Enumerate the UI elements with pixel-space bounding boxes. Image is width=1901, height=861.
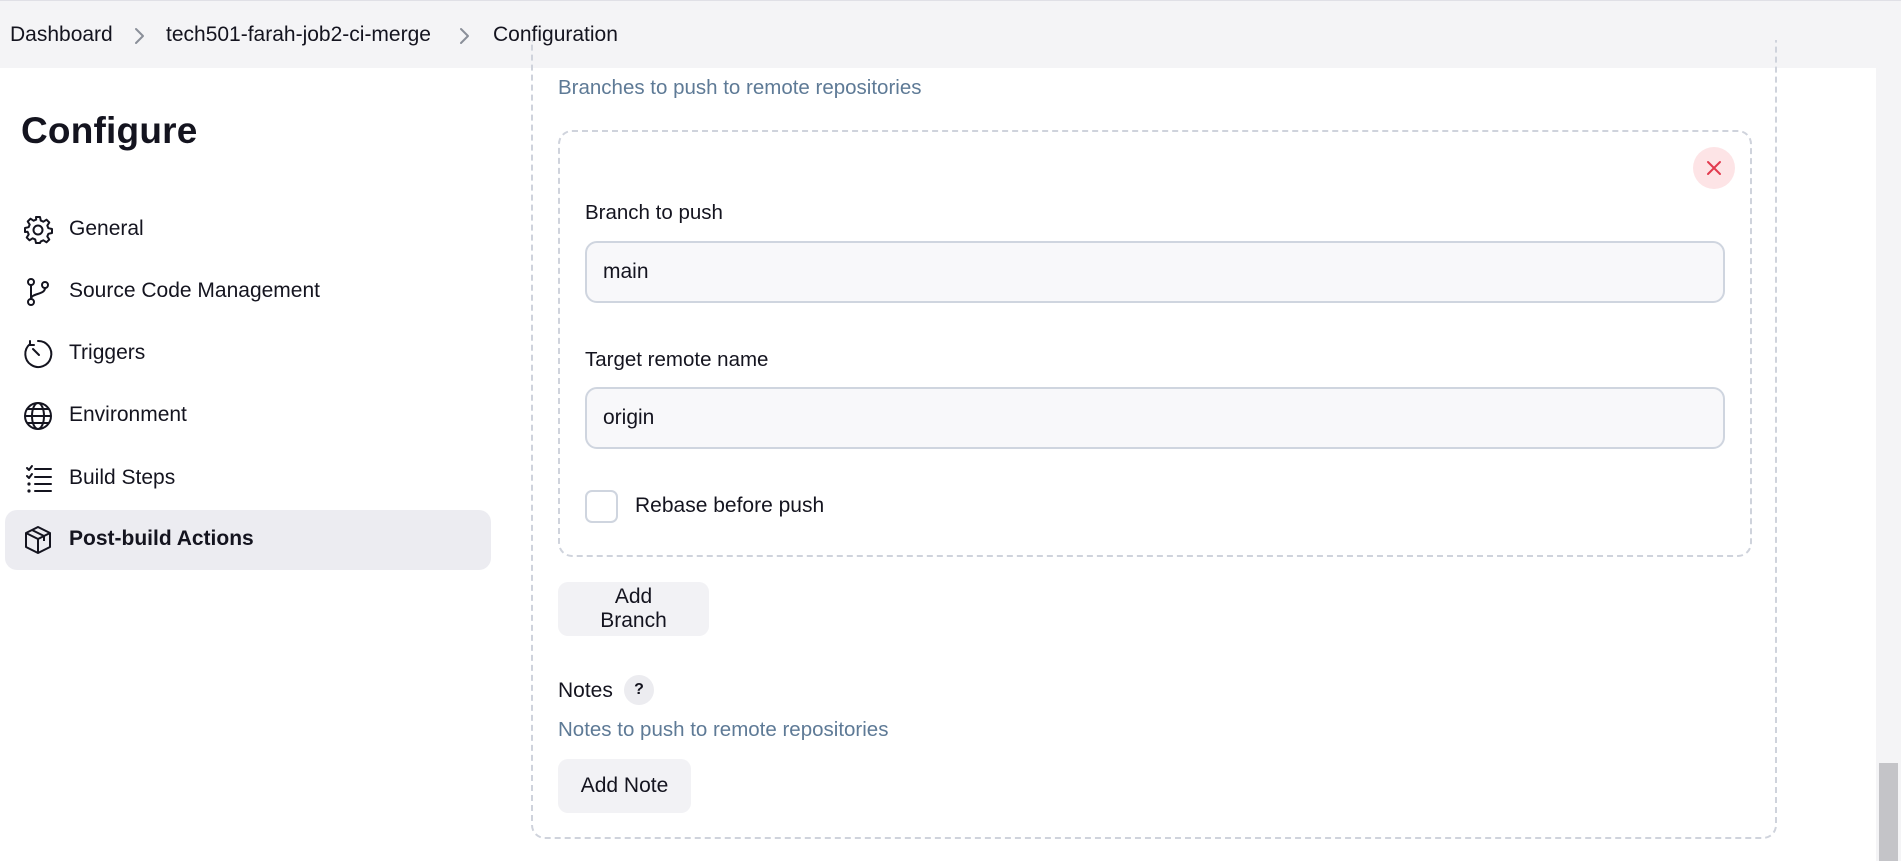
delete-branch-button[interactable] xyxy=(1693,147,1735,189)
sidebar-item-environment[interactable]: Environment xyxy=(5,386,491,446)
notes-help-button[interactable]: ? xyxy=(624,675,654,705)
target-remote-input[interactable] xyxy=(585,387,1725,449)
sidebar-item-label: Post-build Actions xyxy=(69,527,254,550)
sidebar-item-label: Environment xyxy=(69,403,187,426)
globe-icon xyxy=(24,402,52,430)
breadcrumb-dashboard[interactable]: Dashboard xyxy=(10,23,113,47)
package-icon xyxy=(25,526,51,554)
add-note-button[interactable]: Add Note xyxy=(558,759,691,813)
sidebar-item-build-steps[interactable]: Build Steps xyxy=(5,449,491,509)
sidebar-item-label: General xyxy=(69,217,144,240)
sidebar-item-label: Build Steps xyxy=(69,466,176,489)
sidebar-item-triggers[interactable]: Triggers xyxy=(5,324,491,384)
target-remote-label: Target remote name xyxy=(585,348,769,371)
sidebar-item-label: Source Code Management xyxy=(69,279,320,302)
sidebar-item-post-build-actions[interactable]: Post-build Actions xyxy=(5,510,491,570)
notes-label: Notes xyxy=(558,679,613,702)
close-icon xyxy=(1707,161,1721,175)
sidebar-item-label: Triggers xyxy=(69,341,146,364)
sidebar-item-source-code-management[interactable]: Source Code Management xyxy=(5,262,491,322)
chevron-right-icon xyxy=(135,28,144,44)
branch-entry xyxy=(558,130,1752,557)
rebase-before-push-label[interactable]: Rebase before push xyxy=(635,494,824,518)
page-title: Configure xyxy=(21,110,198,151)
rebase-before-push-checkbox[interactable] xyxy=(585,490,618,523)
clock-icon xyxy=(24,339,53,368)
breadcrumb-job[interactable]: tech501-farah-job2-ci-merge xyxy=(166,23,431,47)
gear-icon xyxy=(24,216,53,244)
notes-description: Notes to push to remote repositories xyxy=(558,718,889,741)
scrollbar-track[interactable] xyxy=(1876,68,1901,861)
branches-description: Branches to push to remote repositories xyxy=(558,76,922,99)
branch-to-push-input[interactable] xyxy=(585,241,1725,303)
chevron-right-icon xyxy=(460,28,469,44)
list-icon xyxy=(26,465,52,493)
sidebar-item-general[interactable]: General xyxy=(5,200,491,260)
add-branch-button[interactable]: Add Branch xyxy=(558,582,709,636)
scrollbar-thumb[interactable] xyxy=(1879,763,1898,861)
git-branch-icon xyxy=(27,278,49,306)
branch-to-push-label: Branch to push xyxy=(585,201,723,224)
